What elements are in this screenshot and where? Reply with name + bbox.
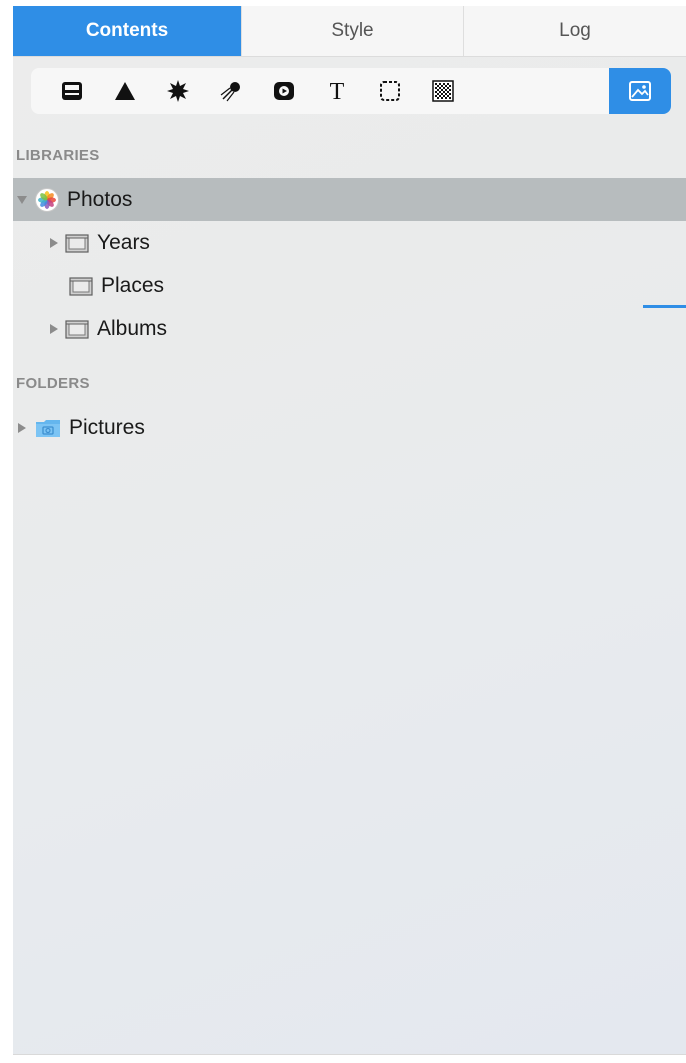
disclosure-open-icon[interactable] <box>13 195 31 205</box>
checkerboard-icon[interactable] <box>416 68 469 114</box>
album-folder-icon <box>69 276 93 296</box>
photos-app-icon <box>35 187 59 212</box>
tree-item-photos[interactable]: Photos <box>13 178 686 221</box>
content-type-toolbar: T <box>31 68 671 114</box>
tab-style[interactable]: Style <box>241 6 463 56</box>
tree-item-label: Photos <box>67 187 133 211</box>
triangle-shape-icon[interactable] <box>98 68 151 114</box>
starburst-icon[interactable] <box>151 68 204 114</box>
album-folder-icon <box>65 233 89 253</box>
tree-item-pictures[interactable]: Pictures <box>13 406 686 449</box>
text-icon[interactable]: T <box>310 68 363 114</box>
tree-item-albums[interactable]: Albums <box>13 307 686 350</box>
tree-item-label: Places <box>101 273 165 297</box>
disclosure-closed-icon[interactable] <box>45 323 63 335</box>
play-video-icon[interactable] <box>257 68 310 114</box>
tree-item-years[interactable]: Years <box>13 221 686 264</box>
splitter-indicator <box>643 305 686 308</box>
libraries-header: LIBRARIES <box>16 147 100 164</box>
tab-bar: Contents Style Log <box>13 6 686 57</box>
image-icon[interactable] <box>609 68 671 114</box>
tree-item-label: Pictures <box>69 415 145 439</box>
tab-log[interactable]: Log <box>463 6 686 56</box>
disclosure-closed-icon[interactable] <box>13 422 31 434</box>
disclosure-closed-icon[interactable] <box>45 237 63 249</box>
album-folder-icon <box>65 319 89 339</box>
side-panel: Contents Style Log T LIBRARIES Photos Ye… <box>13 6 686 1055</box>
bottom-divider <box>13 1054 686 1055</box>
pictures-folder-icon <box>35 418 61 438</box>
tab-contents[interactable]: Contents <box>13 6 241 56</box>
tree-item-label: Years <box>97 230 150 254</box>
comet-particle-icon[interactable] <box>204 68 257 114</box>
tree-item-label: Albums <box>97 316 168 340</box>
layout-icon[interactable] <box>45 68 98 114</box>
svg-text:T: T <box>329 79 344 103</box>
tree-item-places[interactable]: Places <box>13 264 686 307</box>
folders-header: FOLDERS <box>16 375 90 392</box>
selection-rect-icon[interactable] <box>363 68 416 114</box>
